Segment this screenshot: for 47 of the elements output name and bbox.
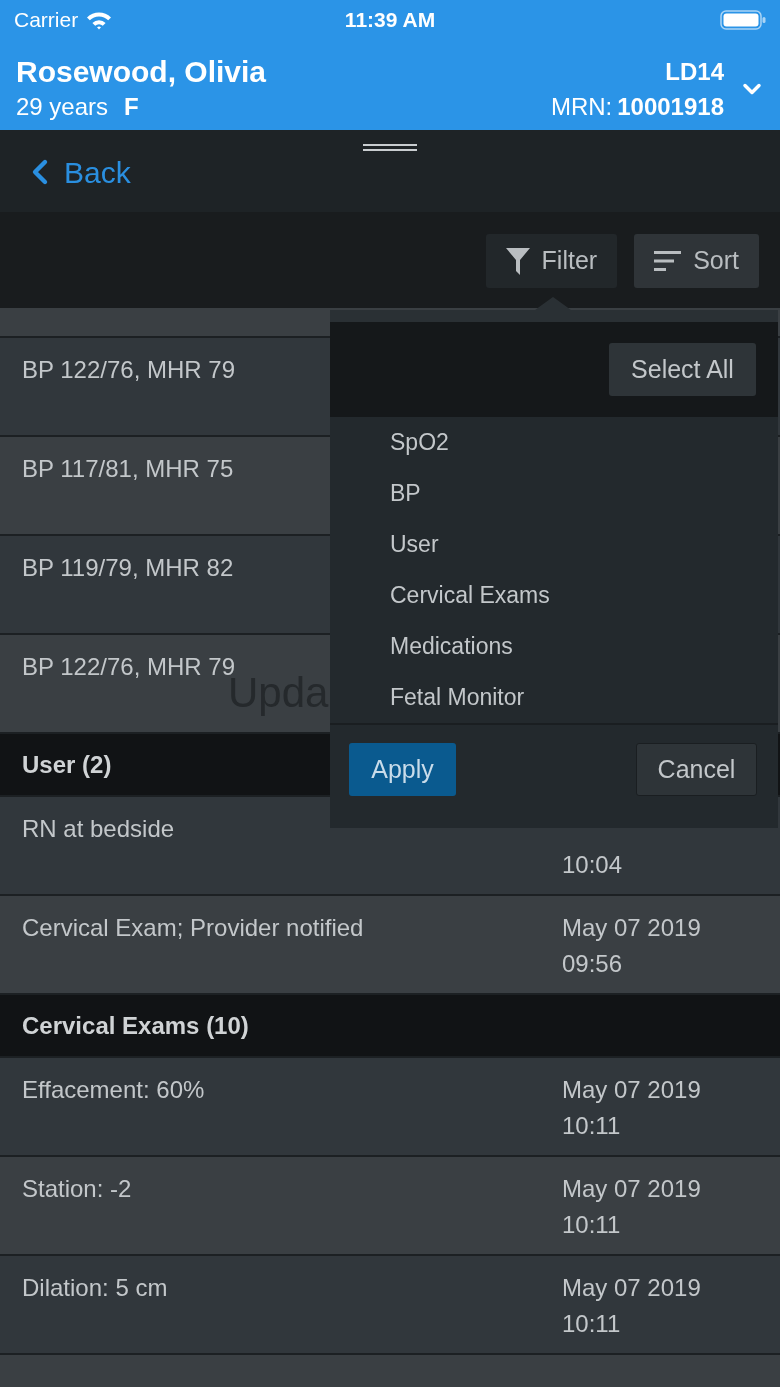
filter-option[interactable]: Fetal Monitor <box>330 672 778 723</box>
filter-option[interactable]: Cervical Exams <box>330 570 778 621</box>
carrier-text: Carrier <box>14 7 79 34</box>
row-text: Dilation: 5 cm <box>22 1273 168 1303</box>
list-row[interactable]: Effacement: 60% May 07 2019 10:11 <box>0 1058 780 1157</box>
drag-handle-icon[interactable] <box>363 144 417 151</box>
row-text: Station: -2 <box>22 1174 132 1204</box>
row-text: BP 119/79, MHR 82 <box>22 553 234 583</box>
row-time: 10:04 <box>562 850 623 880</box>
patient-sex: F <box>124 92 139 122</box>
list-row[interactable]: Cervical Exam; Provider notified May 07 2019 09:56 <box>0 896 780 995</box>
row-date: May 07 2019 <box>562 1174 701 1204</box>
row-text: BP 122/76, MHR 79 <box>22 355 235 385</box>
apply-button[interactable]: Apply <box>349 743 456 796</box>
list-row[interactable]: Station: -2 May 07 2019 10:11 <box>0 1157 780 1256</box>
row-time: 10:11 <box>562 1111 621 1141</box>
clock-text: 11:39 AM <box>344 7 436 34</box>
row-date: May 07 2019 <box>562 1273 701 1303</box>
filter-option[interactable]: BP <box>330 468 778 519</box>
filter-option[interactable]: SpO2 <box>330 417 778 468</box>
filter-icon <box>505 247 530 275</box>
select-all-button[interactable]: Select All <box>609 343 756 396</box>
section-header: Cervical Exams (10) <box>0 995 780 1058</box>
row-text: Effacement: 60% <box>22 1075 205 1105</box>
list-row[interactable]: Dilation: 5 cm May 07 2019 10:11 <box>0 1256 780 1355</box>
row-time: 10:11 <box>562 1309 621 1339</box>
battery-icon <box>720 10 766 30</box>
row-text: RN at bedside <box>22 814 175 844</box>
filter-button[interactable]: Filter <box>485 234 618 288</box>
row-date: May 07 2019 <box>562 1075 701 1105</box>
patient-age: 29 years <box>16 92 109 122</box>
row-time: 10:11 <box>562 1210 621 1240</box>
back-button[interactable]: Back <box>0 152 139 192</box>
wifi-icon <box>86 10 113 30</box>
patient-name: Rosewood, Olivia <box>16 54 267 90</box>
row-time: 09:56 <box>562 949 623 979</box>
room-text: LD14 <box>665 57 724 87</box>
row-text: BP 117/81, MHR 75 <box>22 454 234 484</box>
row-text: Cervical Exam; Provider notified <box>22 913 364 943</box>
cancel-button[interactable]: Cancel <box>636 743 757 796</box>
filter-option[interactable]: Medications <box>330 621 778 672</box>
sort-button[interactable]: Sort <box>634 234 759 288</box>
mrn-number: 10001918 <box>617 92 724 122</box>
row-date: May 07 2019 <box>562 913 701 943</box>
sort-icon <box>654 251 682 271</box>
filter-option[interactable]: User <box>330 519 778 570</box>
mrn-label: MRN: <box>550 92 613 122</box>
